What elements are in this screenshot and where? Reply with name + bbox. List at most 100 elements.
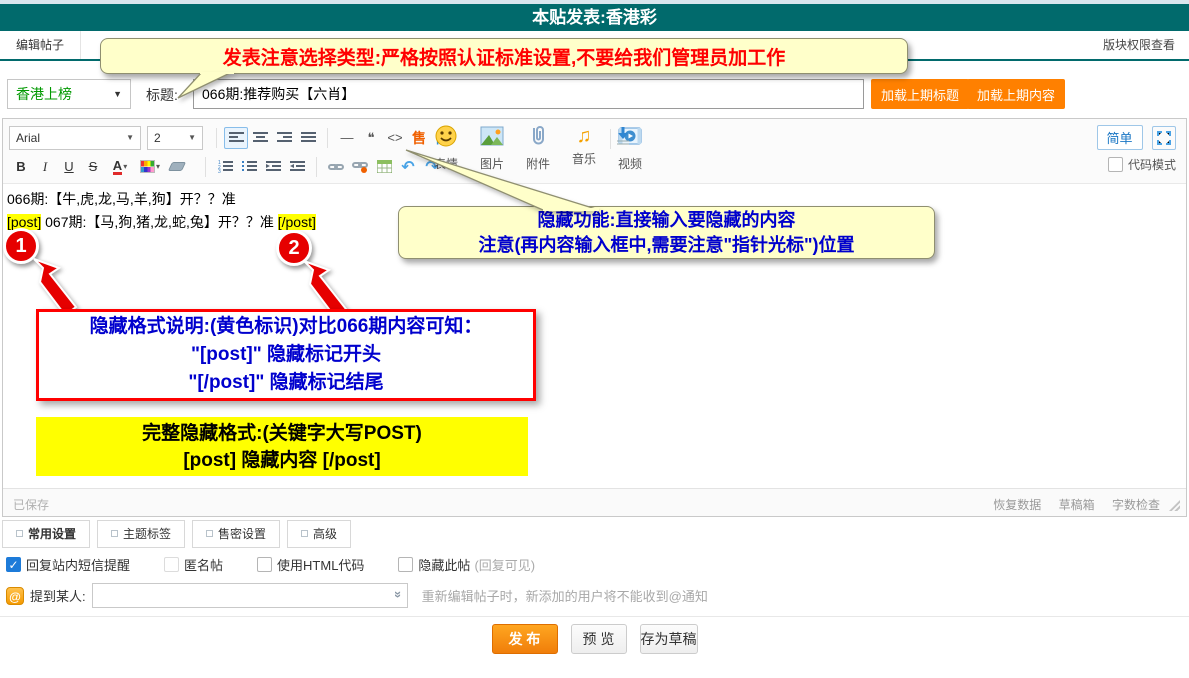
- save-draft-button[interactable]: 存为草稿: [640, 624, 698, 654]
- load-last-content-button[interactable]: 加载上期内容: [967, 79, 1065, 109]
- title-input[interactable]: [193, 79, 864, 109]
- checkbox-icon[interactable]: [257, 557, 272, 572]
- chevrons-down-icon[interactable]: »: [392, 591, 407, 598]
- unordered-list-icon: [242, 160, 257, 173]
- option-label: 回复站内短信提醒: [26, 555, 130, 574]
- callout-tail: [168, 72, 248, 100]
- fullscreen-button[interactable]: [1152, 126, 1176, 150]
- font-color-icon: A: [113, 159, 122, 175]
- code-icon: <>: [387, 130, 402, 145]
- code-button[interactable]: <>: [383, 127, 407, 149]
- align-right-icon: [277, 131, 292, 144]
- option-label: 隐藏此帖: [418, 555, 470, 574]
- annotation-full-format-box: 完整隐藏格式:(关键字大写POST) [post] 隐藏内容 [/post]: [36, 417, 528, 476]
- remove-link-button[interactable]: [348, 156, 372, 178]
- italic-icon: I: [43, 159, 47, 175]
- checkbox-icon[interactable]: [398, 557, 413, 572]
- indent-button[interactable]: [261, 156, 285, 178]
- square-bullet-icon: [111, 530, 118, 537]
- font-color-button[interactable]: A ▾: [105, 156, 135, 178]
- checkbox-icon[interactable]: [164, 557, 179, 572]
- hide-post-option[interactable]: 隐藏此帖(回复可见): [398, 555, 535, 574]
- use-html-option[interactable]: 使用HTML代码: [257, 555, 364, 574]
- align-justify-icon: [301, 131, 316, 144]
- anonymous-post-option[interactable]: 匿名帖: [164, 555, 223, 574]
- checkbox-checked-icon[interactable]: ✓: [6, 557, 21, 572]
- mention-row: @ 提到某人: » 重新编辑帖子时，新添加的用户将不能收到@通知: [6, 583, 708, 608]
- mention-input[interactable]: »: [92, 583, 408, 608]
- outdent-button[interactable]: [285, 156, 309, 178]
- italic-button[interactable]: I: [33, 156, 57, 178]
- word-count-link[interactable]: 字数检查: [1112, 498, 1160, 512]
- unordered-list-button[interactable]: [237, 156, 261, 178]
- font-size-value: 2: [154, 127, 161, 149]
- link-icon: [328, 161, 344, 173]
- align-left-button[interactable]: [224, 127, 248, 149]
- align-right-button[interactable]: [272, 127, 296, 149]
- simple-mode-button[interactable]: 简单: [1097, 125, 1143, 150]
- restore-data-link[interactable]: 恢复数据: [993, 498, 1041, 512]
- font-size-select[interactable]: 2 ▼: [147, 126, 203, 150]
- preview-button[interactable]: 预 览: [571, 624, 627, 654]
- annotation-callout-type: 发表注意选择类型:严格按照认证标准设置,不要给我们管理员加工作: [100, 38, 908, 74]
- post-editor-page: 本贴发表:香港彩 编辑帖子 版块权限查看 香港上榜 ▼ 标题: 加载上期标题 加…: [0, 0, 1189, 678]
- ordered-list-button[interactable]: 123: [213, 156, 237, 178]
- square-bullet-icon: [206, 530, 213, 537]
- saved-status: 已保存: [13, 496, 49, 513]
- tab-advanced[interactable]: 高级: [287, 520, 351, 548]
- code-mode-checkbox[interactable]: [1108, 157, 1123, 172]
- tab-label: 常用设置: [28, 525, 76, 542]
- font-family-select[interactable]: Arial ▼: [9, 126, 141, 150]
- publish-button[interactable]: 发 布: [492, 624, 558, 654]
- tab-label: 主题标签: [123, 525, 171, 542]
- underline-button[interactable]: U: [57, 156, 81, 178]
- drafts-link[interactable]: 草稿箱: [1059, 498, 1095, 512]
- category-select-value: 香港上榜: [16, 86, 72, 102]
- align-justify-button[interactable]: [296, 127, 320, 149]
- pagebreak-button[interactable]: [615, 127, 631, 150]
- footer-actions: 发 布 预 览 存为草稿: [0, 624, 1189, 654]
- annotation-text: 隐藏功能:直接输入要隐藏的内容: [538, 208, 796, 233]
- align-left-icon: [229, 131, 244, 144]
- category-select[interactable]: 香港上榜 ▼: [7, 79, 131, 109]
- ordered-list-icon: 123: [218, 160, 233, 173]
- pagebreak-icon: [615, 127, 631, 145]
- tab-edit-post[interactable]: 编辑帖子: [0, 31, 81, 59]
- indent-icon: [266, 160, 281, 173]
- annotation-text: "[/post]" 隐藏标记结尾: [39, 369, 533, 397]
- eraser-icon: [168, 162, 186, 171]
- table-icon: [377, 160, 392, 173]
- insert-table-button[interactable]: [372, 156, 396, 178]
- insert-link-button[interactable]: [324, 156, 348, 178]
- annotation-text: [post] 隐藏内容 [/post]: [36, 447, 528, 474]
- bold-button[interactable]: B: [9, 156, 33, 178]
- square-bullet-icon: [301, 530, 308, 537]
- remove-format-button[interactable]: [165, 156, 189, 178]
- resize-handle[interactable]: [1169, 500, 1180, 511]
- fullscreen-icon: [1157, 131, 1171, 145]
- horizontal-rule-button[interactable]: —: [335, 127, 359, 149]
- tab-sell-settings[interactable]: 售密设置: [192, 520, 280, 548]
- background-color-button[interactable]: ▾: [135, 156, 165, 178]
- editor-line2-text: 067期:【马,狗,猪,龙,蛇,兔】开？？准: [41, 214, 277, 230]
- align-center-icon: [253, 131, 268, 144]
- reply-notify-option[interactable]: ✓ 回复站内短信提醒: [6, 555, 130, 574]
- at-icon: @: [6, 587, 24, 605]
- red-arrow-1: [30, 257, 80, 315]
- tab-common-settings[interactable]: 常用设置: [2, 520, 90, 548]
- align-center-button[interactable]: [248, 127, 272, 149]
- music-note-icon: ♫: [561, 124, 607, 148]
- chevron-down-icon: ▼: [126, 127, 134, 149]
- forum-permission-link[interactable]: 版块权限查看: [1103, 31, 1175, 59]
- tab-topic-tags[interactable]: 主题标签: [97, 520, 185, 548]
- load-last-title-button[interactable]: 加载上期标题: [871, 79, 969, 109]
- chevron-down-icon: ▼: [188, 127, 196, 149]
- strikethrough-button[interactable]: S: [81, 156, 105, 178]
- annotation-format-box: 隐藏格式说明:(黄色标识)对比066期内容可知： "[post]" 隐藏标记开头…: [36, 309, 536, 401]
- callout-tail: [403, 147, 613, 211]
- quote-button[interactable]: ❝: [359, 127, 383, 149]
- annotation-text: "[post]" 隐藏标记开头: [39, 341, 533, 369]
- font-family-value: Arial: [16, 127, 40, 149]
- page-title: 本贴发表:香港彩: [0, 4, 1189, 31]
- footer-divider: [0, 616, 1189, 617]
